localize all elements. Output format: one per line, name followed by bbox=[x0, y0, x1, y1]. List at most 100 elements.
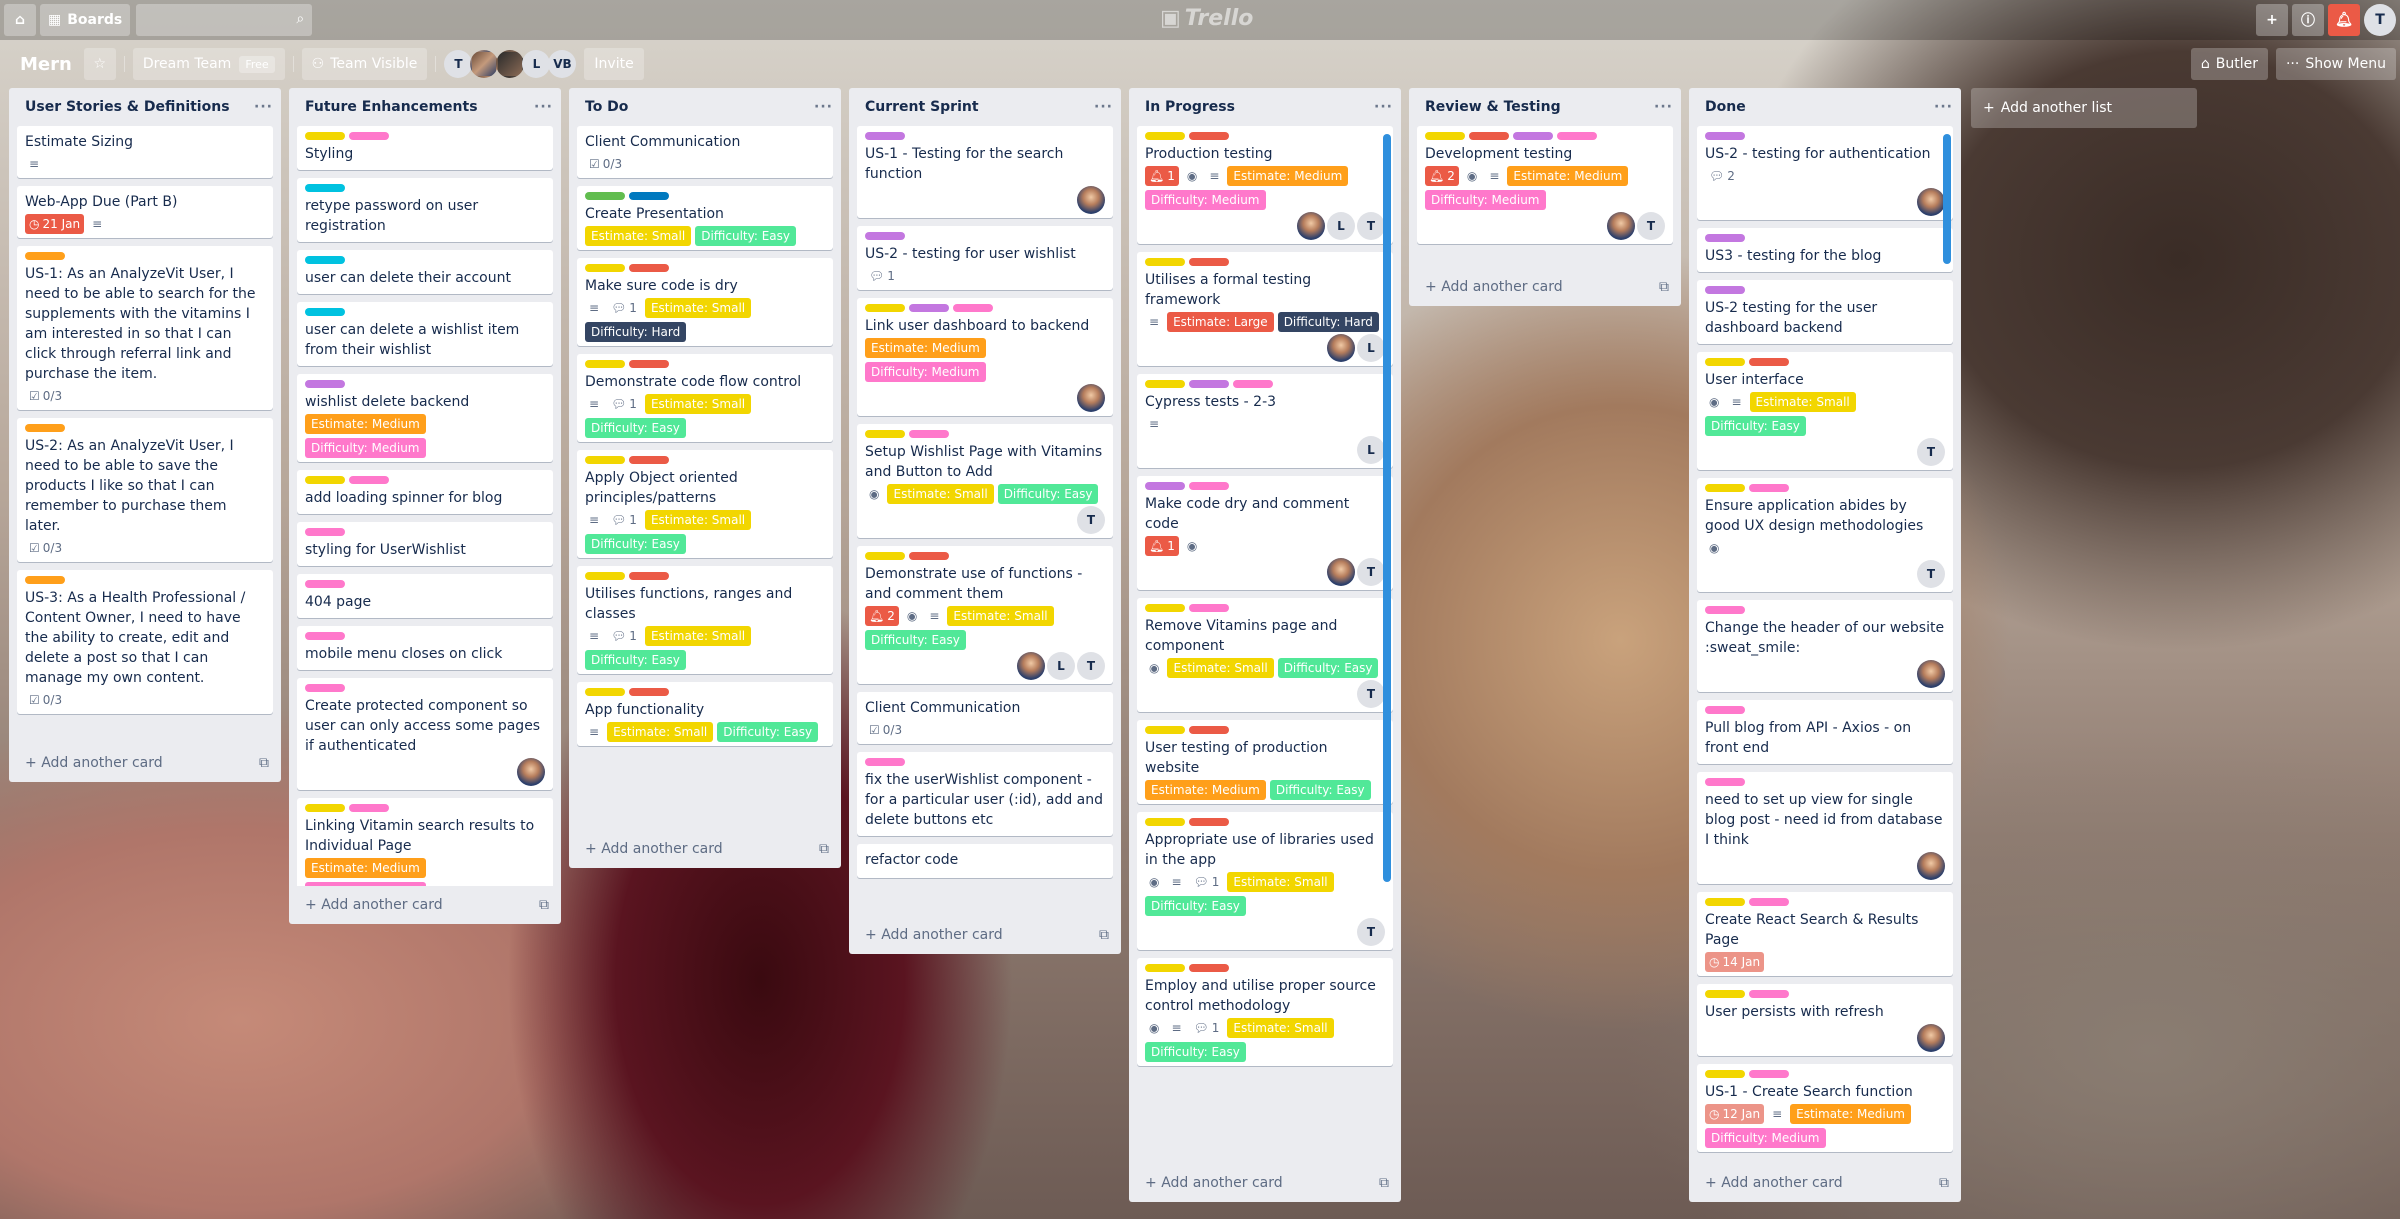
member-avatar[interactable]: T bbox=[444, 50, 473, 78]
account-avatar[interactable]: T bbox=[2364, 4, 2396, 36]
card-label[interactable] bbox=[585, 192, 625, 200]
card-label[interactable] bbox=[909, 552, 949, 560]
member-avatar[interactable]: L bbox=[1357, 334, 1385, 362]
card[interactable]: Make sure code is dry ≡ 💬︎ 1 Estimate: Small… bbox=[577, 258, 833, 346]
card[interactable]: Development testing 🔔︎ 2 ◉ ≡ Estimate: Medium… bbox=[1417, 126, 1673, 244]
list-header[interactable]: User Stories & Definitions ··· bbox=[9, 88, 281, 126]
card-label[interactable] bbox=[1189, 726, 1229, 734]
card-label[interactable] bbox=[1705, 706, 1745, 714]
card-label[interactable] bbox=[1145, 380, 1185, 388]
list-title[interactable]: To Do bbox=[585, 99, 628, 115]
card-label[interactable] bbox=[953, 304, 993, 312]
boards-button[interactable]: ▦ Boards bbox=[40, 4, 131, 36]
card[interactable]: US-1: As an AnalyzeVit User, I need to b… bbox=[17, 246, 273, 410]
card[interactable]: Remove Vitamins page and component ◉ Estim… bbox=[1137, 598, 1393, 712]
card-label[interactable] bbox=[1513, 132, 1553, 140]
card[interactable]: 404 page bbox=[297, 574, 553, 618]
card[interactable]: Production testing 🔔︎ 1 ◉ ≡ Estimate: Medium D… bbox=[1137, 126, 1393, 244]
list-title[interactable]: In Progress bbox=[1145, 99, 1235, 115]
due-date-badge[interactable]: ◷ 21 Jan bbox=[25, 214, 85, 234]
due-date-badge[interactable]: ◷ 12 Jan bbox=[1705, 1104, 1765, 1124]
card-label[interactable] bbox=[349, 476, 389, 484]
card-label[interactable] bbox=[1189, 482, 1229, 490]
list-scrollbar[interactable] bbox=[1943, 134, 1951, 264]
card[interactable]: Cypress tests - 2-3 ≡ L bbox=[1137, 374, 1393, 468]
butler-button[interactable]: ⌂ Butler bbox=[2190, 48, 2268, 80]
card[interactable]: user can delete a wishlist item from the… bbox=[297, 302, 553, 366]
list-menu-icon[interactable]: ··· bbox=[1934, 99, 1953, 115]
list-header[interactable]: In Progress ··· bbox=[1129, 88, 1401, 126]
card[interactable]: Make code dry and comment code 🔔︎ 1 ◉ T bbox=[1137, 476, 1393, 590]
member-avatar[interactable]: L bbox=[1357, 436, 1385, 464]
card[interactable]: Styling bbox=[297, 126, 553, 170]
add-list-button[interactable]: + Add another list bbox=[1971, 88, 2197, 128]
member-avatar[interactable]: T bbox=[1357, 212, 1385, 240]
card-label[interactable] bbox=[865, 132, 905, 140]
card[interactable]: user can delete their account bbox=[297, 250, 553, 294]
card-label[interactable] bbox=[909, 304, 949, 312]
notifications-button[interactable]: 🔔︎ bbox=[2328, 4, 2360, 36]
list-menu-icon[interactable]: ··· bbox=[1374, 99, 1393, 115]
card-label[interactable] bbox=[305, 256, 345, 264]
card-label[interactable] bbox=[349, 132, 389, 140]
visibility-button[interactable]: ⚇ Team Visible bbox=[301, 48, 428, 80]
show-menu-button[interactable]: ··· Show Menu bbox=[2275, 48, 2396, 80]
card-label[interactable] bbox=[305, 132, 345, 140]
card-label[interactable] bbox=[1705, 132, 1745, 140]
card-label[interactable] bbox=[629, 688, 669, 696]
card-label[interactable] bbox=[305, 380, 345, 388]
card[interactable]: US-2 - testing for authentication 💬︎ 2 bbox=[1697, 126, 1953, 220]
card-label[interactable] bbox=[585, 688, 625, 696]
card-label[interactable] bbox=[629, 264, 669, 272]
card-label[interactable] bbox=[585, 264, 625, 272]
list-header[interactable]: Future Enhancements ··· bbox=[289, 88, 561, 126]
add-card-button[interactable]: + Add another card ⧉ bbox=[289, 886, 561, 924]
card-label[interactable] bbox=[305, 184, 345, 192]
card-label[interactable] bbox=[305, 684, 345, 692]
card-label[interactable] bbox=[1705, 234, 1745, 242]
add-card-button[interactable]: + Add another card ⧉ bbox=[1129, 1164, 1401, 1202]
add-card-button[interactable]: + Add another card ⧉ bbox=[849, 916, 1121, 954]
member-avatar[interactable] bbox=[1607, 212, 1635, 240]
member-avatar[interactable]: T bbox=[1357, 680, 1385, 708]
card[interactable]: Utilises functions, ranges and classes ≡ 💬… bbox=[577, 566, 833, 674]
card[interactable]: Apply Object oriented principles/pattern… bbox=[577, 450, 833, 558]
card-label[interactable] bbox=[585, 456, 625, 464]
card[interactable]: US-1 - Testing for the search function bbox=[857, 126, 1113, 218]
card-label[interactable] bbox=[1145, 604, 1185, 612]
card-label[interactable] bbox=[1425, 132, 1465, 140]
member-avatar[interactable] bbox=[496, 50, 525, 78]
card-label[interactable] bbox=[1145, 132, 1185, 140]
card[interactable]: Web-App Due (Part B) ◷ 21 Jan ≡ bbox=[17, 186, 273, 238]
card-label[interactable] bbox=[25, 252, 65, 260]
card[interactable]: Create Presentation Estimate: Small Diffic… bbox=[577, 186, 833, 250]
due-date-badge[interactable]: ◷ 14 Jan bbox=[1705, 952, 1765, 972]
card[interactable]: mobile menu closes on click bbox=[297, 626, 553, 670]
card-label[interactable] bbox=[585, 360, 625, 368]
list-header[interactable]: Done ··· bbox=[1689, 88, 1961, 126]
member-avatar[interactable]: T bbox=[1357, 918, 1385, 946]
card[interactable]: Create protected component so user can o… bbox=[297, 678, 553, 790]
list-scrollbar[interactable] bbox=[1383, 134, 1391, 882]
list-menu-icon[interactable]: ··· bbox=[814, 99, 833, 115]
card-label[interactable] bbox=[629, 572, 669, 580]
list-title[interactable]: Done bbox=[1705, 99, 1746, 115]
add-card-button[interactable]: + Add another card ⧉ bbox=[1409, 268, 1681, 306]
card-label[interactable] bbox=[865, 304, 905, 312]
card-label[interactable] bbox=[1705, 358, 1745, 366]
team-button[interactable]: Dream Team Free bbox=[132, 48, 285, 80]
member-avatar[interactable] bbox=[1917, 188, 1945, 216]
member-avatar[interactable]: VB bbox=[548, 50, 577, 78]
card-label[interactable] bbox=[1749, 990, 1789, 998]
card[interactable]: Setup Wishlist Page with Vitamins and Bu… bbox=[857, 424, 1113, 538]
member-avatar[interactable] bbox=[1017, 652, 1045, 680]
card-label[interactable] bbox=[305, 528, 345, 536]
card[interactable]: User testing of production website Estima… bbox=[1137, 720, 1393, 804]
card-label[interactable] bbox=[25, 576, 65, 584]
card[interactable]: fix the userWishlist component - for a p… bbox=[857, 752, 1113, 836]
card-label[interactable] bbox=[1705, 990, 1745, 998]
card-label[interactable] bbox=[1749, 898, 1789, 906]
card[interactable]: add loading spinner for blog bbox=[297, 470, 553, 514]
card-label[interactable] bbox=[305, 632, 345, 640]
card-label[interactable] bbox=[1145, 258, 1185, 266]
